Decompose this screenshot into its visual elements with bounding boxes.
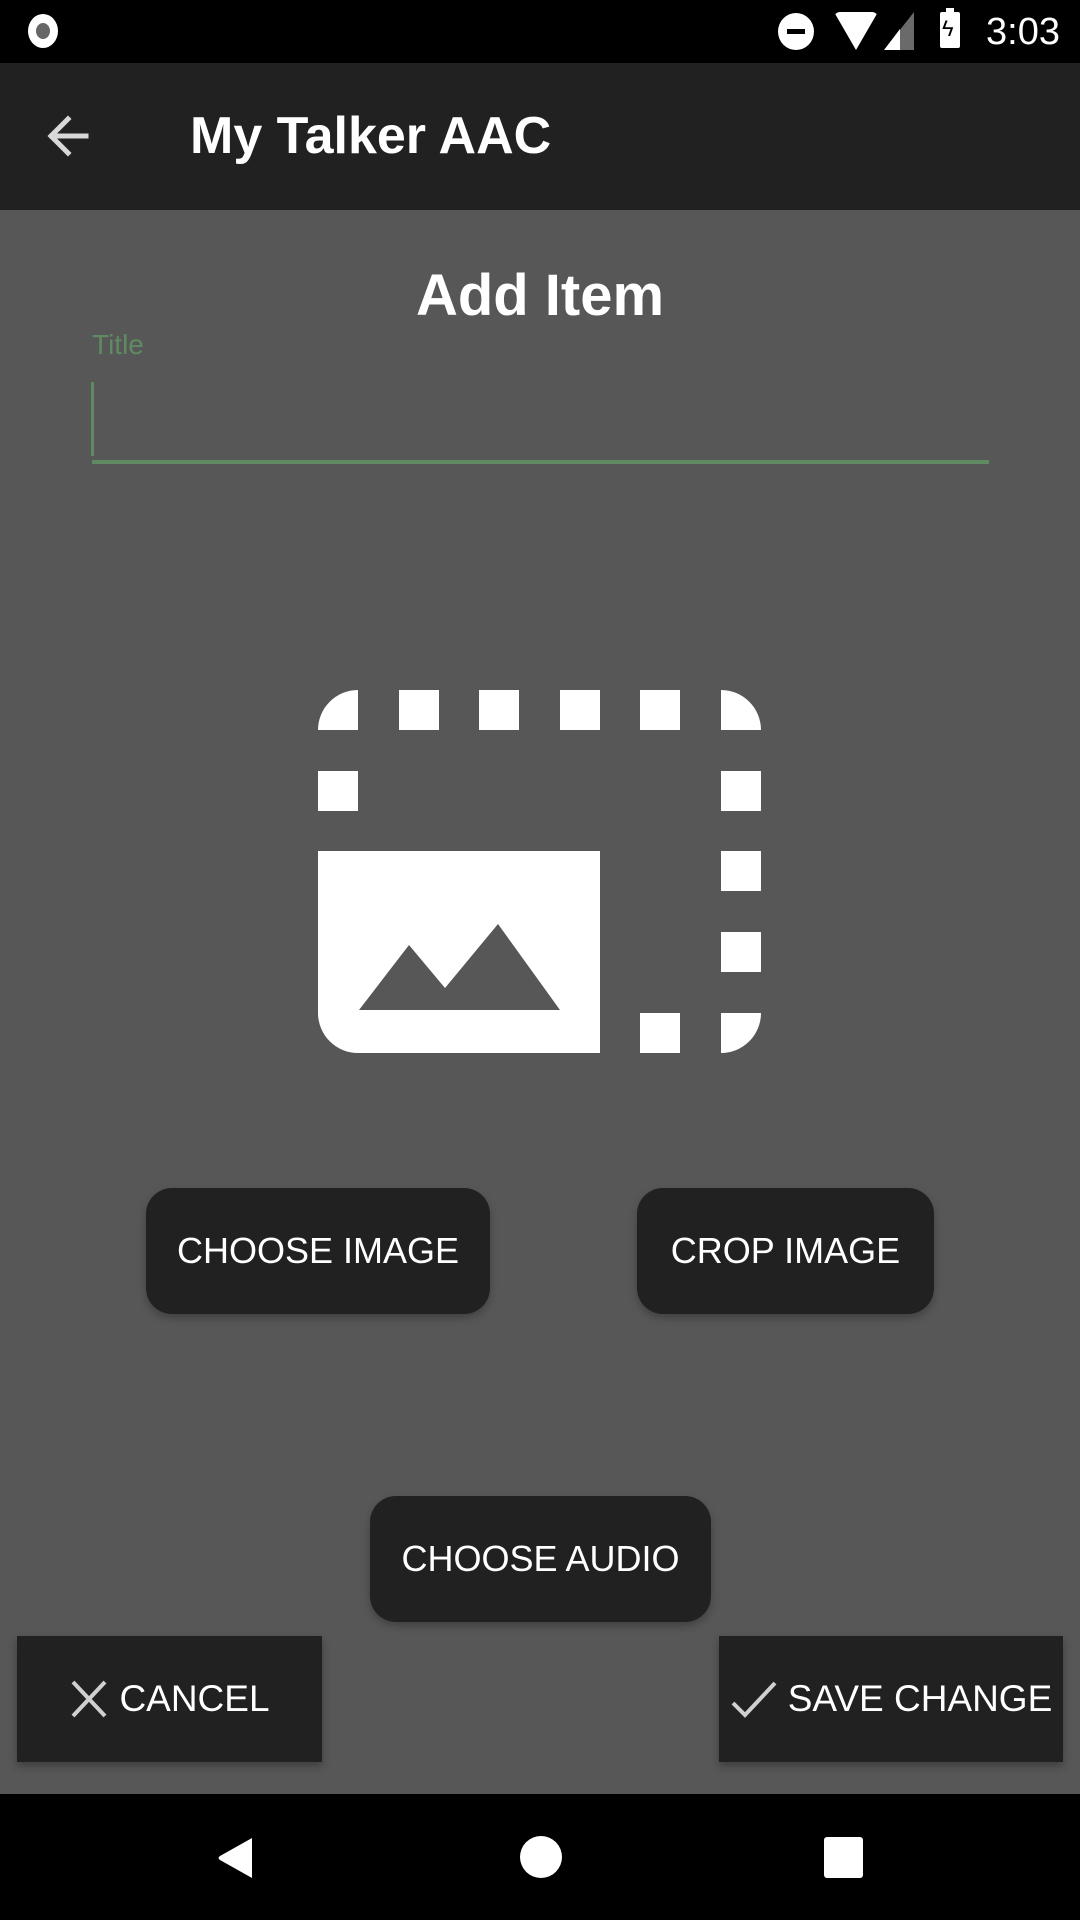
- save-change-button[interactable]: SAVE CHANGE: [719, 1636, 1063, 1762]
- navigation-bar: [0, 1794, 1080, 1920]
- do-not-disturb-icon: [778, 13, 814, 50]
- cancel-button[interactable]: CANCEL: [17, 1636, 322, 1762]
- record-icon: [28, 14, 58, 48]
- app-title: My Talker AAC: [190, 107, 552, 165]
- choose-audio-button[interactable]: CHOOSE AUDIO: [370, 1496, 711, 1622]
- app-bar: My Talker AAC: [0, 63, 1080, 210]
- arrow-back-icon: [47, 115, 89, 157]
- wifi-icon: [834, 12, 878, 50]
- crop-image-button[interactable]: CROP IMAGE: [637, 1188, 934, 1314]
- battery-charging-icon: [940, 8, 960, 48]
- status-time: 3:03: [986, 11, 1060, 53]
- nav-home-icon[interactable]: [520, 1836, 562, 1878]
- page-title: Add Item: [415, 263, 665, 328]
- status-bar: 3:03: [0, 0, 1080, 63]
- photo-size-select-icon: [318, 690, 761, 1053]
- close-icon: [71, 1680, 107, 1718]
- cancel-label: CANCEL: [119, 1678, 270, 1719]
- choose-image-button[interactable]: CHOOSE IMAGE: [146, 1188, 490, 1314]
- signal-icon: [884, 12, 914, 50]
- nav-back-icon[interactable]: [216, 1836, 256, 1880]
- back-button[interactable]: [40, 111, 100, 161]
- check-icon: [731, 1681, 777, 1718]
- nav-recents-icon[interactable]: [824, 1837, 863, 1878]
- save-change-label: SAVE CHANGE: [787, 1678, 1053, 1719]
- title-field-label: Title: [92, 329, 144, 360]
- title-input[interactable]: [92, 380, 989, 464]
- text-cursor: [91, 382, 94, 456]
